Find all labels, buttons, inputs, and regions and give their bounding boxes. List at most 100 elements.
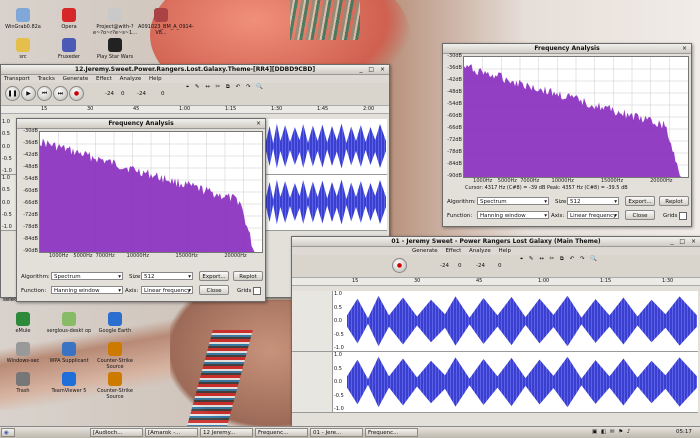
x-tick-label: 20000Hz [650,178,673,184]
meter-label: 0 [161,91,165,97]
menu-analyze[interactable]: Analyze [120,76,142,82]
window-controls[interactable]: × [682,44,689,53]
wallpaper-bracelets [290,0,360,40]
meter-label: 0 [498,263,502,269]
menu-generate[interactable]: Generate [63,76,89,82]
axis-select[interactable]: Linear frequency ▾ [567,211,619,219]
menu-generate[interactable]: Generate [412,248,438,254]
desktop-icon[interactable]: serglous-deskt op [46,312,92,334]
function-select[interactable]: Hanning window ▾ [477,211,549,219]
size-value: 512 [570,199,581,205]
ruler-tick-label: 1:30 [271,106,283,112]
y-tick-label: -84dB [447,161,462,167]
start-menu-button[interactable]: ◉ [1,428,15,437]
desktop-icon-label: Trash [16,388,30,394]
pause-button[interactable]: ❚❚ [5,86,20,101]
play-button[interactable]: ▶ [21,86,36,101]
menu-effect[interactable]: Effect [96,76,112,82]
export-button[interactable]: Export... [625,196,655,206]
track-controls[interactable] [292,352,333,412]
menu-analyze[interactable]: Analyze [469,248,491,254]
desktop-icon-label: WPA Supplicant [49,358,89,364]
x-tick-label: 15000Hz [175,253,198,259]
desktop-icon[interactable]: Opera [46,8,92,30]
window-titlebar[interactable]: 01 - Jeremy Sweet - Power Rangers Lost G… [292,237,700,247]
window-controls[interactable]: _ □ × [359,65,387,74]
replot-button[interactable]: Replot [233,271,263,281]
audio-track[interactable]: 1.0 0.5 0.0 -0.5 -1.0 [292,352,698,413]
desktop-icon[interactable]: Project@with-?e~?o~r?e~s~1... [92,8,138,36]
menu-bar: Generate Effect Analyze Help [292,247,700,255]
axis-select[interactable]: Linear frequency ▾ [141,286,193,294]
task-button[interactable]: 01 - Jere... [310,428,363,437]
timeline-ruler[interactable]: 15 30 45 1:00 1:15 1:30 [292,278,700,286]
desktop-icon[interactable]: Fruxeder [46,38,92,60]
menu-effect[interactable]: Effect [445,248,461,254]
window-controls[interactable]: × [256,119,263,128]
tool-icons[interactable]: ⌖ ✎ ↔ ✂ ⧉ ↶ ↷ 🔍 [520,256,599,263]
desktop-icon[interactable]: src [0,38,46,60]
menu-transport[interactable]: Transport [4,76,30,82]
desktop-icon[interactable]: Play Star Wars [92,38,138,60]
menu-help[interactable]: Help [498,248,511,254]
desktop-icon[interactable]: Windows-sec [0,342,46,364]
amplitude-label: -0.5 [334,392,344,399]
close-button[interactable]: Close [625,210,655,220]
grids-checkbox[interactable] [679,212,687,220]
track-controls[interactable] [292,291,333,351]
amplitude-label: 1.0 [334,291,342,297]
spectrum-plot[interactable] [463,56,689,178]
size-select[interactable]: 512 ▾ [567,197,619,205]
app-icon [16,312,30,326]
window-titlebar[interactable]: 12.Jeremy.Sweet.Power.Rangers.Lost.Galax… [1,65,389,75]
grids-label: Grids [237,288,252,294]
desktop-icon[interactable]: Google Earth [92,312,138,334]
x-tick-label: 10000Hz [126,253,149,259]
window-controls[interactable]: _ □ × [670,237,698,246]
desktop-icon[interactable]: Counter-Strike Source [92,372,138,400]
desktop-icon[interactable]: WPA Supplicant [46,342,92,364]
spectrum-plot[interactable] [39,131,263,253]
waveform [266,179,386,225]
chevron-down-icon: ▾ [544,199,547,205]
close-button[interactable]: Close [199,285,229,295]
grids-checkbox[interactable] [253,287,261,295]
size-select[interactable]: 512 ▾ [141,272,193,280]
desktop-icon[interactable]: Trash [0,372,46,394]
algorithm-select[interactable]: Spectrum ▾ [51,272,123,280]
menu-tracks[interactable]: Tracks [38,76,55,82]
window-titlebar[interactable]: Frequency Analysis × [17,119,265,129]
clock[interactable]: 05:17 [676,428,692,437]
desktop-icon[interactable]: Counter-Strike Source [92,342,138,370]
x-tick-label: 7000Hz [95,253,115,259]
task-button[interactable]: Frequenc... [365,428,418,437]
task-button[interactable]: [Amarok -... [145,428,198,437]
amplitude-label: -0.5 [334,331,344,338]
export-button[interactable]: Export... [199,271,229,281]
record-button[interactable]: ● [69,86,84,101]
desktop-icon[interactable]: eMule [0,312,46,334]
desktop-icon[interactable]: WinGrab0.82a [0,8,46,30]
replot-button[interactable]: Replot [659,196,689,206]
skip-start-button[interactable]: ⏮ [37,86,52,101]
task-button[interactable]: [Audioch... [90,428,143,437]
meter-label: -24 [137,91,146,97]
x-tick-label: 5000Hz [497,178,517,184]
desktop-icon[interactable]: A091023_BM_A_0914-V8... [138,8,194,36]
function-select[interactable]: Hanning window ▾ [51,286,123,294]
desktop-icon[interactable]: TeamViewer 5 [46,372,92,394]
record-button[interactable]: ● [392,258,407,273]
algorithm-select[interactable]: Spectrum ▾ [477,197,549,205]
task-button[interactable]: Frequenc... [255,428,308,437]
tool-icons[interactable]: ⌖ ✎ ↔ ✂ ⧉ ↶ ↷ 🔍 [186,84,265,91]
menu-help[interactable]: Help [149,76,162,82]
skip-end-button[interactable]: ⏭ [53,86,68,101]
y-tick-label: -42dB [23,152,38,158]
waveform [347,356,697,408]
audio-track[interactable]: 1.0 0.5 0.0 -0.5 -1.0 [292,291,698,352]
window-titlebar[interactable]: Frequency Analysis × [443,44,691,54]
y-tick-label: -72dB [447,137,462,143]
timeline-ruler[interactable]: 15 30 45 1:00 1:15 1:30 1:45 2:00 [1,106,389,114]
task-button[interactable]: 12 Jeremy... [200,428,253,437]
tray-icons[interactable]: ▣ ◧ ✉ ⚑ ♪ [592,428,631,437]
